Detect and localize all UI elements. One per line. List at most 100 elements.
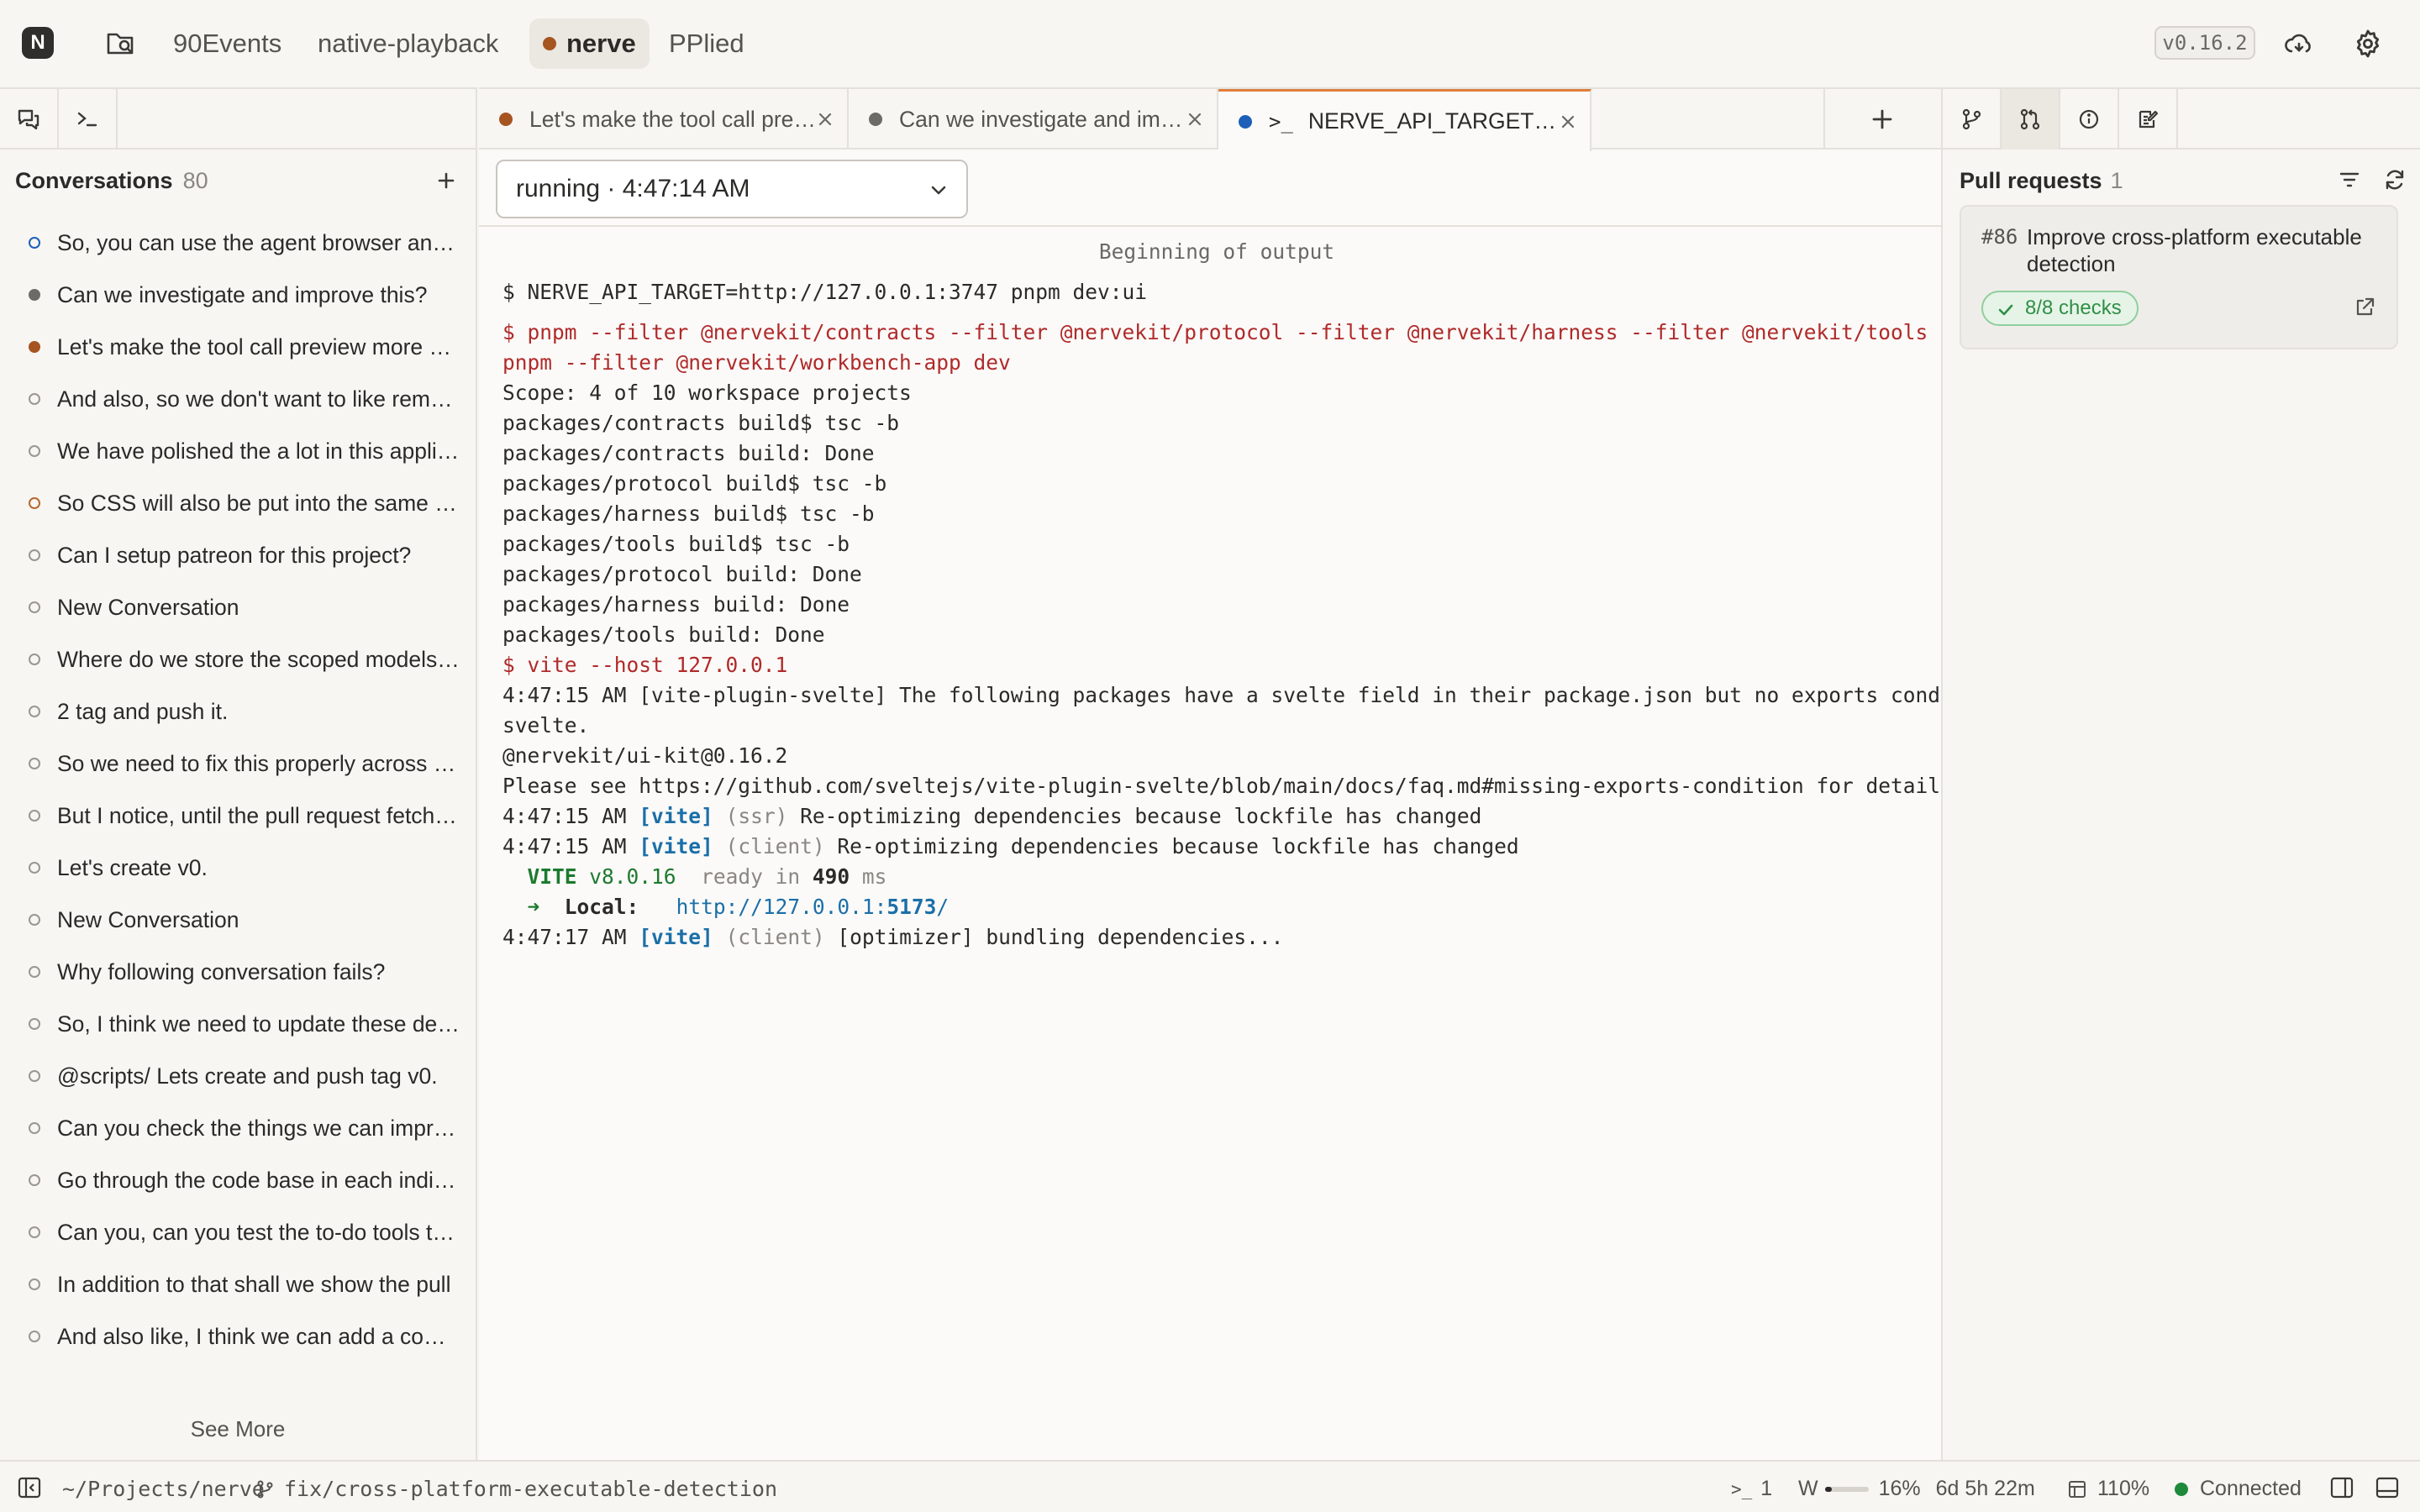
tab-conversations[interactable]	[0, 89, 59, 150]
cloud-sync-icon[interactable]	[2281, 25, 2317, 62]
close-icon[interactable]	[1558, 112, 1578, 132]
conversation-item[interactable]: So, you can use the agent browser and th…	[0, 217, 476, 269]
conversation-status-icon	[29, 758, 40, 769]
log-message: [optimizer] bundling dependencies...	[837, 925, 1284, 949]
open-folder-icon[interactable]	[103, 25, 139, 62]
local-port: 5173	[886, 895, 937, 919]
external-link-icon[interactable]	[2353, 296, 2376, 319]
ready-ms: 490	[812, 864, 850, 889]
conversation-item[interactable]: Can you, can you test the to-do tools th…	[0, 1206, 476, 1258]
terminal-count[interactable]: >_ 1	[1731, 1477, 1772, 1501]
conversation-status-icon	[29, 445, 40, 457]
log-message: Re-optimizing dependencies because lockf…	[837, 834, 1519, 858]
usage-meter	[1824, 1486, 1869, 1492]
conversation-item[interactable]: 2 tag and push it.	[0, 685, 476, 738]
conversation-status-icon	[29, 914, 40, 926]
local-url-slash: /	[936, 895, 950, 919]
branch-name: fix/cross-platform-executable-detection	[284, 1477, 777, 1501]
conversation-item[interactable]: Let's create v0.	[0, 842, 476, 894]
toggle-right-panel-icon[interactable]	[2329, 1475, 2354, 1500]
conversation-title: And also, so we don't want to like remov…	[57, 386, 460, 412]
run-select[interactable]: running · 4:47:14 AM	[496, 160, 968, 218]
project-path[interactable]: ~/Projects/nerve	[62, 1477, 265, 1501]
gear-icon[interactable]	[2349, 25, 2386, 62]
log-tag: [vite]	[639, 925, 713, 949]
editor-tabs: Let's make the tool call preview more co…	[479, 89, 1941, 151]
project-tab-label: 90Events	[173, 29, 282, 58]
conversations-title: Conversations	[15, 167, 173, 193]
checks-badge: 8/8 checks	[1981, 291, 2139, 326]
conversation-item[interactable]: So, I think we need to update these deta…	[0, 998, 476, 1050]
conversation-item[interactable]: Go through the code base in each individ…	[0, 1154, 476, 1206]
terminal-output[interactable]: Beginning of output $ NERVE_API_TARGET=h…	[479, 228, 2052, 1455]
conversation-item[interactable]: So CSS will also be put into the same co…	[0, 477, 476, 529]
close-icon[interactable]	[1185, 109, 1205, 129]
local-url-link[interactable]: http://127.0.0.1:5173/	[676, 895, 950, 919]
local-url: http://127.0.0.1:	[676, 895, 887, 919]
conversation-item[interactable]: Where do we store the scoped models conf…	[0, 633, 476, 685]
terminal-line: packages/protocol build$ tsc -b	[502, 471, 887, 496]
project-tab-pplied[interactable]: PPlied	[655, 18, 758, 69]
new-tab-button[interactable]	[1862, 99, 1902, 139]
tab-label: NERVE_API_TARGET=http://127.0.0.1:3747 p…	[1307, 108, 1560, 134]
tab-pull-requests[interactable]	[2002, 89, 2060, 150]
project-tab-90events[interactable]: 90Events	[160, 18, 295, 69]
usage-meter-fill	[1824, 1486, 1832, 1492]
tab-notes[interactable]	[2119, 89, 2178, 150]
conversation-title: But I notice, until the pull request fet…	[57, 802, 460, 828]
conversation-item[interactable]: So we need to fix this properly across p…	[0, 738, 476, 790]
conversation-item[interactable]: And also, so we don't want to like remov…	[0, 373, 476, 425]
local-label: Local:	[564, 895, 639, 919]
conversation-item[interactable]: Can you check the things we can improve	[0, 1102, 476, 1154]
ready-label: ready in	[701, 864, 801, 889]
pull-request-card[interactable]: #86 Improve cross-platform executable de…	[1960, 205, 2398, 349]
tab-info[interactable]	[2060, 89, 2119, 150]
conversation-item[interactable]: Can we investigate and improve this?	[0, 269, 476, 321]
conversation-item[interactable]: But I notice, until the pull request fet…	[0, 790, 476, 842]
conversation-title: Let's create v0.	[57, 854, 208, 880]
terminal-beginning-label: Beginning of output	[1098, 239, 1335, 264]
conversation-title: So CSS will also be put into the same co…	[57, 490, 460, 516]
project-tab-native-playback[interactable]: native-playback	[304, 18, 512, 69]
close-icon[interactable]	[815, 109, 835, 129]
connection-label: Connected	[2200, 1477, 2302, 1500]
tab-status-dot	[1239, 114, 1252, 129]
weekly-usage[interactable]: W 16% 6d 5h 22m	[1798, 1477, 2035, 1501]
conversation-item[interactable]: Can I setup patreon for this project?	[0, 529, 476, 581]
toggle-sidebar-icon[interactable]	[17, 1475, 42, 1500]
see-more-button[interactable]: See More	[0, 1416, 476, 1442]
vite-label: VITE	[527, 864, 577, 889]
conversation-item[interactable]: And also like, I think we can add a comm…	[0, 1310, 476, 1362]
sidebar-tabs	[0, 89, 477, 150]
conversation-item[interactable]: New Conversation	[0, 894, 476, 946]
log-env: (client)	[725, 925, 825, 949]
conversation-item[interactable]: Why following conversation fails?	[0, 946, 476, 998]
tab-git-branches[interactable]	[1943, 89, 2002, 150]
log-env: (client)	[725, 834, 825, 858]
conversation-title: Can I setup patreon for this project?	[57, 542, 412, 568]
conversation-item[interactable]: We have polished the a lot in this appli…	[0, 425, 476, 477]
zoom-level[interactable]: 110%	[2067, 1477, 2149, 1501]
tab-terminals[interactable]	[59, 89, 118, 150]
app-logo[interactable]: N	[22, 27, 54, 59]
tab-conversation[interactable]: Let's make the tool call preview more co…	[479, 89, 849, 150]
conversation-title: Go through the code base in each individ…	[57, 1167, 460, 1193]
git-branch[interactable]: fix/cross-platform-executable-detection	[255, 1477, 777, 1501]
tab-terminal-active[interactable]: >_ NERVE_API_TARGET=http://127.0.0.1:374…	[1218, 89, 1591, 151]
conversation-title: @scripts/ Lets create and push tag v0.	[57, 1063, 438, 1089]
refresh-icon[interactable]	[2381, 166, 2410, 195]
pr-number: #86	[1981, 225, 2018, 249]
conversation-status-icon	[29, 1018, 40, 1030]
toggle-bottom-panel-icon[interactable]	[2375, 1475, 2400, 1500]
tab-conversation[interactable]: Can we investigate and improve this?	[849, 89, 1218, 150]
conversation-item[interactable]: In addition to that shall we show the pu…	[0, 1258, 476, 1310]
terminal-line: packages/contracts build$ tsc -b	[502, 411, 900, 435]
conversation-item[interactable]: New Conversation	[0, 581, 476, 633]
filter-icon[interactable]	[2336, 166, 2365, 195]
conversation-item[interactable]: @scripts/ Lets create and push tag v0.	[0, 1050, 476, 1102]
conversation-item[interactable]: Let's make the tool call preview more co…	[0, 321, 476, 373]
usage-percent: 16%	[1878, 1477, 1921, 1500]
new-conversation-button[interactable]	[432, 166, 460, 195]
project-tab-nerve[interactable]: nerve	[529, 18, 650, 69]
plus-icon	[1872, 109, 1892, 129]
